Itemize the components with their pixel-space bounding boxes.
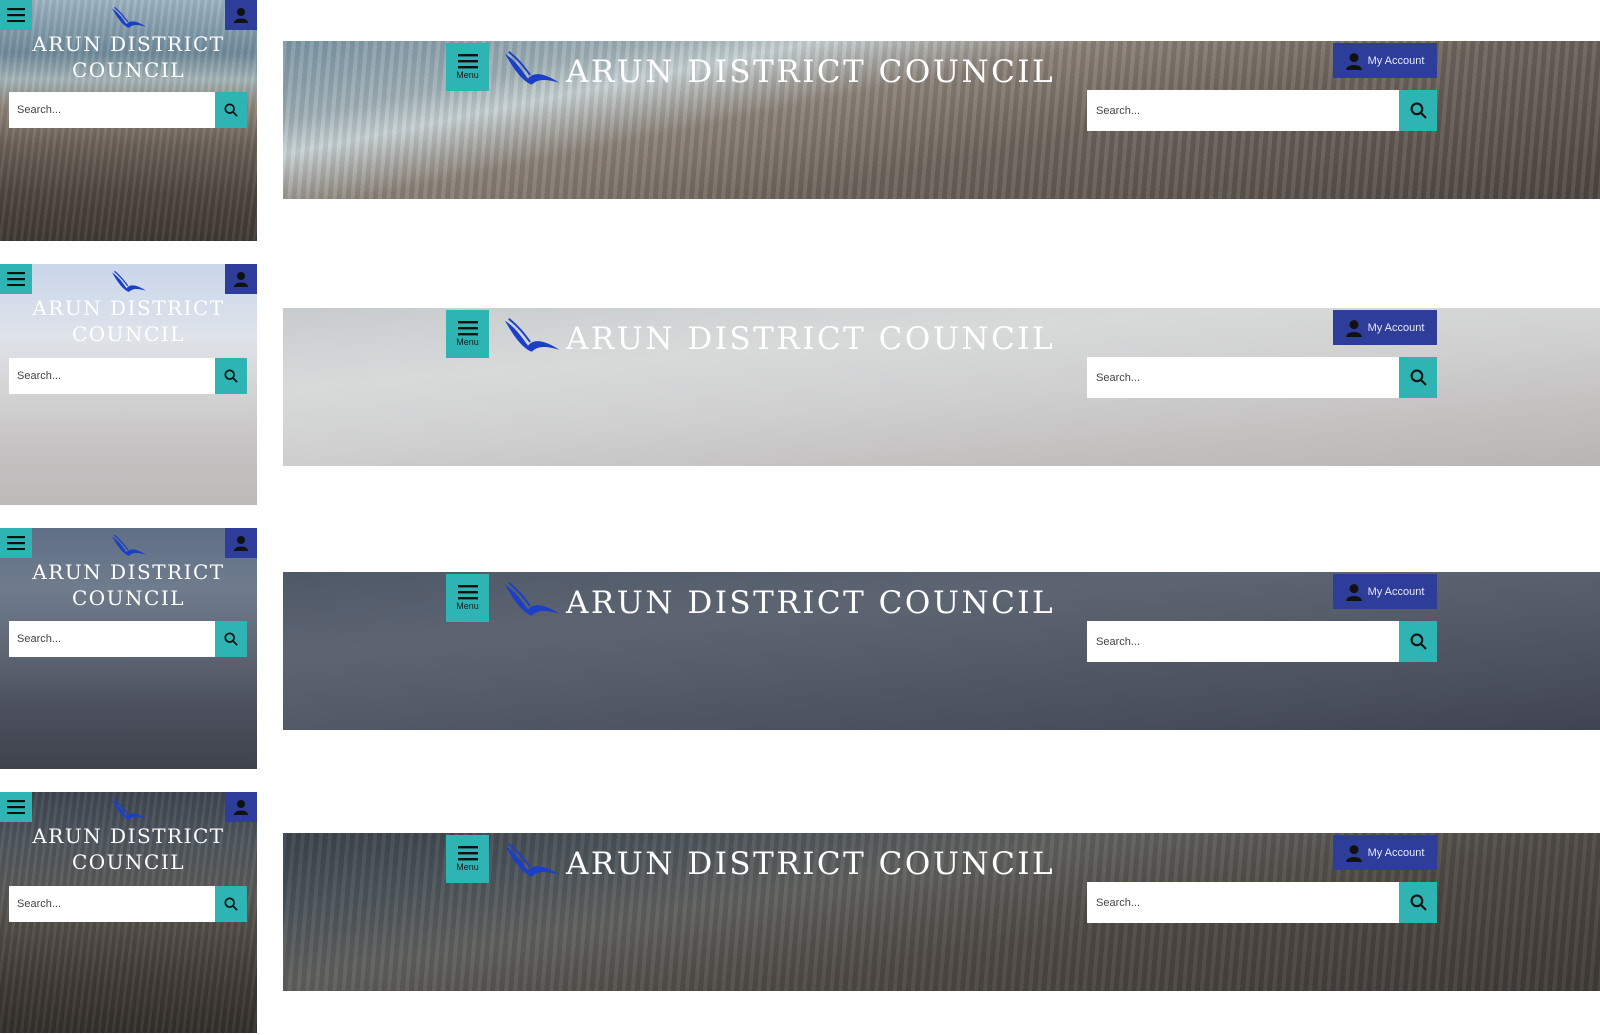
menu-button[interactable]: Menu bbox=[446, 43, 489, 91]
magnifier-icon bbox=[224, 632, 238, 646]
site-title: ARUN DISTRICT COUNCIL bbox=[566, 585, 1056, 621]
site-title: ARUN DISTRICT COUNCIL bbox=[32, 560, 225, 610]
user-silhouette-icon bbox=[234, 272, 248, 287]
my-account-button[interactable]: My Account bbox=[1333, 835, 1437, 870]
desktop-header-variant-4: Menu ARUN DISTRICT COUNCIL My Account bbox=[283, 833, 1600, 991]
my-account-label: My Account bbox=[1367, 321, 1425, 334]
search-button[interactable] bbox=[215, 621, 247, 657]
desktop-header-variant-1: Menu ARUN DISTRICT COUNCIL My Account bbox=[283, 41, 1600, 199]
hamburger-icon bbox=[7, 800, 25, 814]
menu-button[interactable] bbox=[0, 792, 32, 822]
mobile-header-variant-3: ARUN DISTRICT COUNCIL bbox=[0, 528, 257, 769]
seagull-logo bbox=[111, 798, 147, 820]
seagull-logo bbox=[111, 6, 147, 28]
hamburger-icon bbox=[457, 846, 478, 861]
mobile-header-variant-2: ARUN DISTRICT COUNCIL bbox=[0, 264, 257, 505]
menu-label: Menu bbox=[456, 601, 479, 611]
menu-button[interactable] bbox=[0, 264, 32, 294]
search-button[interactable] bbox=[1399, 90, 1437, 131]
user-silhouette-icon bbox=[1345, 52, 1362, 70]
hamburger-icon bbox=[457, 321, 478, 336]
menu-button[interactable]: Menu bbox=[446, 310, 489, 358]
menu-label: Menu bbox=[456, 70, 479, 80]
menu-label: Menu bbox=[456, 337, 479, 347]
user-silhouette-icon bbox=[1345, 583, 1362, 601]
account-button[interactable] bbox=[225, 792, 257, 822]
site-title: ARUN DISTRICT COUNCIL bbox=[32, 32, 225, 82]
menu-button[interactable] bbox=[0, 0, 32, 30]
magnifier-icon bbox=[1410, 102, 1427, 119]
search-input[interactable] bbox=[9, 92, 215, 128]
search-input[interactable] bbox=[1087, 621, 1399, 662]
magnifier-icon bbox=[1410, 894, 1427, 911]
seagull-logo bbox=[504, 317, 560, 352]
account-button[interactable] bbox=[225, 528, 257, 558]
menu-label: Menu bbox=[456, 862, 479, 872]
search-input[interactable] bbox=[9, 358, 215, 394]
hamburger-icon bbox=[7, 272, 25, 286]
site-title: ARUN DISTRICT COUNCIL bbox=[566, 321, 1056, 357]
site-title: ARUN DISTRICT COUNCIL bbox=[32, 824, 225, 874]
search-bar bbox=[1087, 357, 1437, 398]
magnifier-icon bbox=[1410, 633, 1427, 650]
desktop-header-variant-3: Menu ARUN DISTRICT COUNCIL My Account bbox=[283, 572, 1600, 730]
seagull-logo bbox=[504, 581, 560, 616]
search-bar bbox=[1087, 882, 1437, 923]
my-account-label: My Account bbox=[1367, 54, 1425, 67]
account-button[interactable] bbox=[225, 0, 257, 30]
search-button[interactable] bbox=[215, 92, 247, 128]
search-button[interactable] bbox=[1399, 621, 1437, 662]
my-account-label: My Account bbox=[1367, 585, 1425, 598]
search-button[interactable] bbox=[215, 358, 247, 394]
desktop-header-variant-2: Menu ARUN DISTRICT COUNCIL My Account bbox=[283, 308, 1600, 466]
search-bar bbox=[9, 358, 247, 394]
search-input[interactable] bbox=[1087, 882, 1399, 923]
hamburger-icon bbox=[457, 585, 478, 600]
magnifier-icon bbox=[224, 897, 238, 911]
search-input[interactable] bbox=[1087, 357, 1399, 398]
magnifier-icon bbox=[224, 103, 238, 117]
mobile-header-variant-1: ARUN DISTRICT COUNCIL bbox=[0, 0, 257, 241]
search-button[interactable] bbox=[1399, 357, 1437, 398]
my-account-button[interactable]: My Account bbox=[1333, 43, 1437, 78]
search-bar bbox=[1087, 621, 1437, 662]
hamburger-icon bbox=[457, 54, 478, 69]
site-title: ARUN DISTRICT COUNCIL bbox=[32, 296, 225, 346]
search-bar bbox=[9, 886, 247, 922]
account-button[interactable] bbox=[225, 264, 257, 294]
user-silhouette-icon bbox=[1345, 319, 1362, 337]
site-title: ARUN DISTRICT COUNCIL bbox=[566, 846, 1056, 882]
user-silhouette-icon bbox=[234, 536, 248, 551]
seagull-logo bbox=[504, 842, 560, 877]
search-input[interactable] bbox=[9, 621, 215, 657]
menu-button[interactable] bbox=[0, 528, 32, 558]
magnifier-icon bbox=[1410, 369, 1427, 386]
menu-button[interactable]: Menu bbox=[446, 574, 489, 622]
user-silhouette-icon bbox=[1345, 844, 1362, 862]
seagull-logo bbox=[111, 534, 147, 556]
search-button[interactable] bbox=[1399, 882, 1437, 923]
user-silhouette-icon bbox=[234, 8, 248, 23]
search-bar bbox=[9, 92, 247, 128]
search-input[interactable] bbox=[1087, 90, 1399, 131]
search-bar bbox=[1087, 90, 1437, 131]
seagull-logo bbox=[111, 270, 147, 292]
site-title: ARUN DISTRICT COUNCIL bbox=[566, 54, 1056, 90]
menu-button[interactable]: Menu bbox=[446, 835, 489, 883]
search-input[interactable] bbox=[9, 886, 215, 922]
mobile-header-variant-4: ARUN DISTRICT COUNCIL bbox=[0, 792, 257, 1033]
hamburger-icon bbox=[7, 536, 25, 550]
user-silhouette-icon bbox=[234, 800, 248, 815]
search-bar bbox=[9, 621, 247, 657]
hamburger-icon bbox=[7, 8, 25, 22]
my-account-button[interactable]: My Account bbox=[1333, 574, 1437, 609]
seagull-logo bbox=[504, 50, 560, 85]
search-button[interactable] bbox=[215, 886, 247, 922]
magnifier-icon bbox=[224, 369, 238, 383]
my-account-label: My Account bbox=[1367, 846, 1425, 859]
my-account-button[interactable]: My Account bbox=[1333, 310, 1437, 345]
